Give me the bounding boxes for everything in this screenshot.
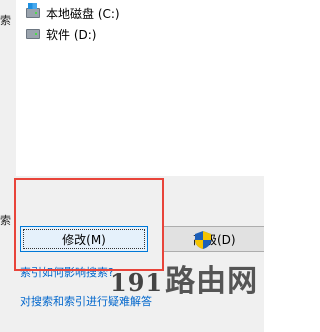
- system-drive-icon: [26, 3, 40, 18]
- drive-item-c[interactable]: 本地磁盘 (C:): [26, 3, 120, 22]
- drive-item-d[interactable]: 软件 (D:): [26, 25, 96, 43]
- uac-shield-icon: [195, 231, 211, 249]
- watermark-digits: 191: [110, 268, 164, 297]
- site-watermark: 191路由网: [110, 256, 258, 300]
- focus-rectangle: [23, 229, 145, 249]
- drive-label: 本地磁盘 (C:): [46, 6, 120, 21]
- window-left-edge: 索 索: [0, 0, 17, 332]
- drive-icon: [26, 29, 40, 39]
- modify-button[interactable]: 修改(M): [20, 226, 148, 252]
- how-index-affects-search-link[interactable]: 索引如何影响搜索?: [20, 264, 114, 280]
- indexed-locations-list[interactable]: 本地磁盘 (C:) 软件 (D:): [16, 0, 264, 177]
- drive-label: 软件 (D:): [46, 27, 97, 42]
- cropped-text-fragment: 索: [0, 14, 11, 27]
- cropped-text-fragment: 索: [0, 214, 11, 227]
- advanced-button[interactable]: 高级(D): [162, 226, 264, 252]
- watermark-text: 路由网: [165, 264, 259, 299]
